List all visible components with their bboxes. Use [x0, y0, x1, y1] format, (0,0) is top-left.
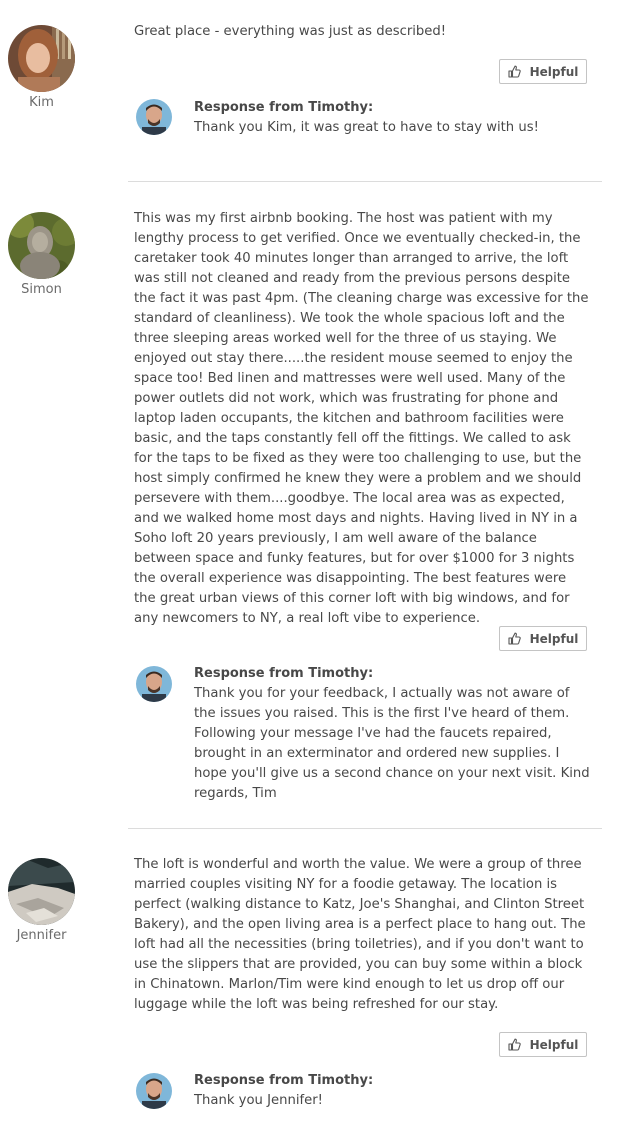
reviewer-avatar[interactable]	[8, 25, 75, 92]
helpful-button[interactable]: Helpful	[499, 1032, 587, 1057]
reviewer-name[interactable]: Kim	[0, 95, 83, 110]
review-text: Great place - everything was just as des…	[134, 24, 447, 39]
thumbs-up-icon	[508, 1038, 521, 1051]
response-text: Thank you Kim, it was great to have to s…	[194, 120, 539, 135]
helpful-label: Helpful	[529, 64, 579, 79]
thumbs-up-icon	[508, 632, 521, 645]
helpful-label: Helpful	[529, 631, 579, 646]
response-text: Thank you for your feedback, I actually …	[194, 686, 590, 801]
reviewer-name[interactable]: Simon	[0, 282, 83, 297]
response-heading: Response from Timothy:	[194, 1073, 374, 1088]
review-divider	[128, 181, 602, 182]
response-text: Thank you Jennifer!	[194, 1093, 323, 1108]
helpful-label: Helpful	[529, 1037, 579, 1052]
review-text: The loft is wonderful and worth the valu…	[134, 857, 586, 1012]
reviewer-name[interactable]: Jennifer	[0, 928, 83, 943]
thumbs-up-icon	[508, 65, 521, 78]
response-heading: Response from Timothy:	[194, 666, 374, 681]
host-avatar[interactable]	[136, 1073, 172, 1109]
helpful-button[interactable]: Helpful	[499, 626, 587, 651]
host-avatar[interactable]	[136, 666, 172, 702]
response-heading: Response from Timothy:	[194, 100, 374, 115]
host-avatar[interactable]	[136, 99, 172, 135]
reviewer-avatar[interactable]	[8, 858, 75, 925]
review-divider	[128, 828, 602, 829]
reviewer-avatar[interactable]	[8, 212, 75, 279]
helpful-button[interactable]: Helpful	[499, 59, 587, 84]
review-text: This was my first airbnb booking. The ho…	[134, 211, 589, 626]
